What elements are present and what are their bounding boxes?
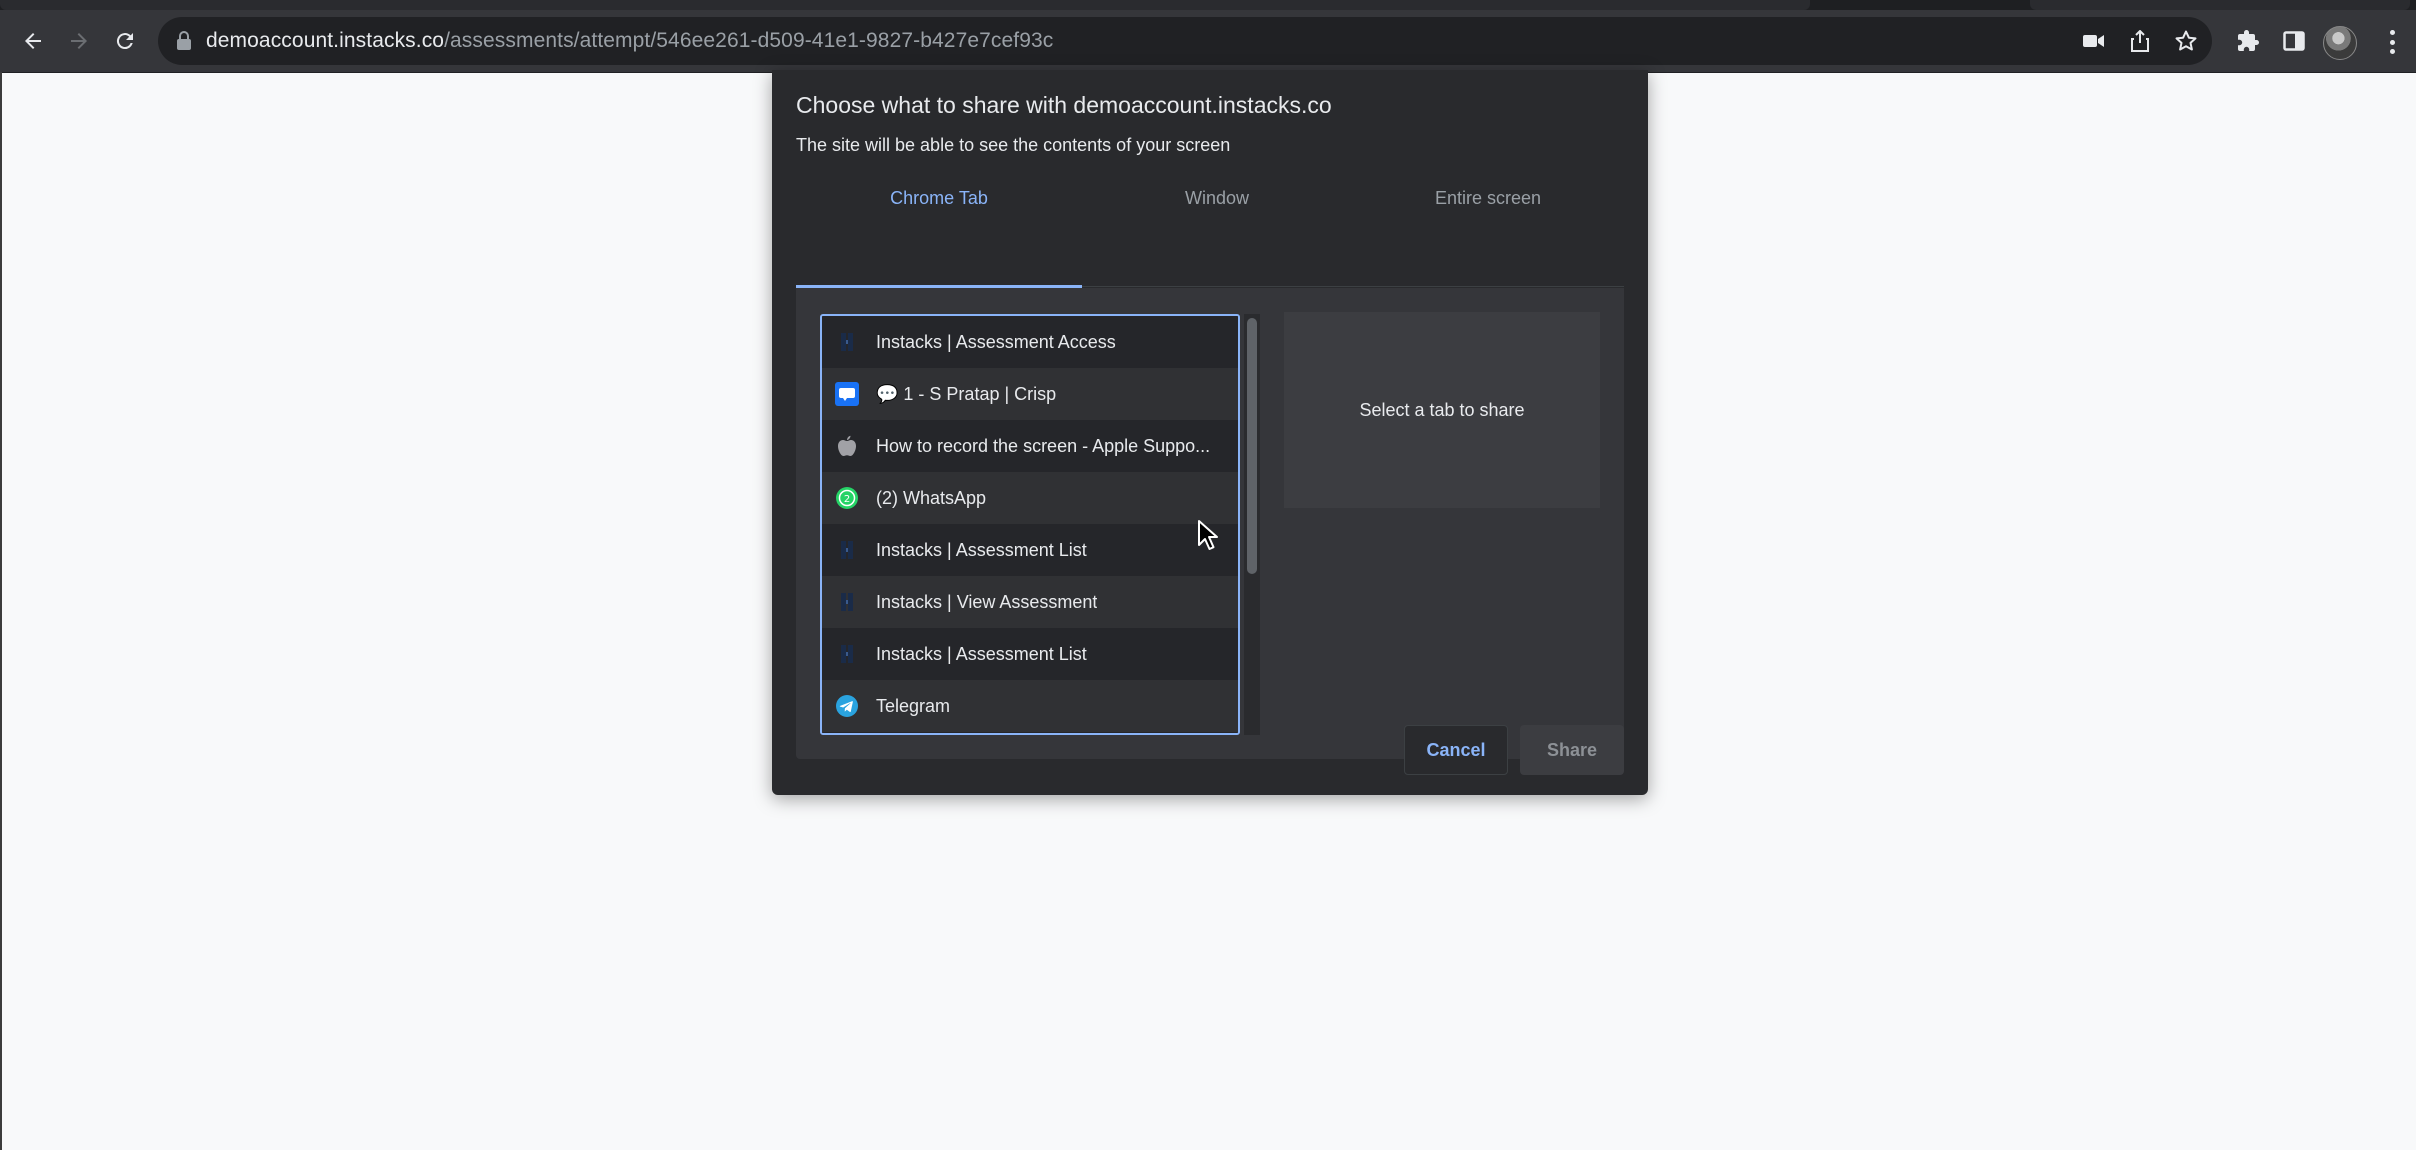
side-panel-icon[interactable] (2278, 25, 2310, 57)
preview-placeholder: Select a tab to share (1359, 399, 1525, 420)
instacks-favicon-icon (835, 590, 859, 614)
source-tabs: Chrome Tab Window Entire screen (796, 180, 1624, 288)
tab-list-scrollbar[interactable] (1244, 314, 1260, 735)
share-screen-dialog: Choose what to share with demoaccount.in… (772, 70, 1648, 795)
apple-favicon-icon (835, 434, 859, 458)
url-path: /assessments/attempt/546ee261-d509-41e1-… (444, 29, 1054, 52)
tab-title: Instacks | Assessment Access (876, 331, 1116, 352)
tab-title: (2) WhatsApp (876, 487, 987, 508)
mouse-cursor-icon (1197, 519, 1219, 556)
preview-area: Select a tab to share (1284, 312, 1600, 508)
forward-arrow-icon[interactable] (60, 22, 98, 60)
share-icon[interactable] (2126, 27, 2154, 55)
avatar[interactable] (2323, 26, 2357, 60)
list-item[interactable]: Instacks | View Assessment (822, 576, 1238, 628)
tab-title: Instacks | View Assessment (876, 591, 1098, 612)
browser-toolbar: demoaccount.instacks.co/assessments/atte… (0, 10, 2416, 73)
tab-window[interactable]: Window (1082, 180, 1352, 288)
list-item[interactable]: How to record the screen - Apple Suppo..… (822, 420, 1238, 472)
list-item[interactable]: Instacks | Assessment Access (822, 316, 1238, 368)
dialog-title: Choose what to share with demoaccount.in… (796, 92, 1332, 118)
svg-text:2: 2 (844, 494, 850, 505)
menu-icon[interactable] (2380, 27, 2404, 57)
crisp-favicon-icon (835, 382, 859, 406)
telegram-favicon-icon (835, 694, 859, 718)
page-edge (0, 72, 2, 1150)
instacks-favicon-icon (835, 642, 859, 666)
lock-icon[interactable] (176, 31, 192, 56)
address-bar[interactable]: demoaccount.instacks.co/assessments/atte… (158, 17, 2212, 65)
tabs-divider (1082, 286, 1624, 287)
tab-entire-screen[interactable]: Entire screen (1352, 180, 1624, 288)
star-icon[interactable] (2172, 27, 2200, 55)
tab-title: Instacks | Assessment List (876, 643, 1087, 664)
share-button[interactable]: Share (1520, 725, 1624, 775)
whatsapp-favicon-icon: 2 (835, 486, 859, 510)
cancel-button[interactable]: Cancel (1404, 725, 1508, 775)
dialog-subtitle: The site will be able to see the content… (796, 135, 1231, 155)
url-text[interactable]: demoaccount.instacks.co/assessments/atte… (206, 29, 1053, 53)
list-item[interactable]: Telegram (822, 680, 1238, 732)
tab-chrome-tab[interactable]: Chrome Tab (796, 180, 1082, 288)
browser-tab[interactable] (2030, 0, 2410, 10)
reload-icon[interactable] (106, 22, 144, 60)
tab-title: Instacks | Assessment List (876, 539, 1087, 560)
extensions-icon[interactable] (2232, 25, 2264, 57)
list-item[interactable]: Instacks | Assessment List (822, 628, 1238, 680)
tab-list[interactable]: Instacks | Assessment Access 💬 1 - S Pra… (820, 314, 1240, 735)
list-item[interactable]: Instacks | Assessment List (822, 524, 1238, 576)
tab-title: 💬 1 - S Pratap | Crisp (876, 383, 1057, 404)
list-item[interactable]: 2 (2) WhatsApp (822, 472, 1238, 524)
list-item[interactable] (822, 732, 1238, 733)
back-arrow-icon[interactable] (14, 22, 52, 60)
tab-title: Telegram (876, 695, 951, 716)
scrollbar-thumb[interactable] (1247, 318, 1257, 574)
browser-tab[interactable] (0, 0, 1810, 10)
instacks-favicon-icon (835, 330, 859, 354)
instacks-favicon-icon (835, 538, 859, 562)
camera-icon[interactable] (2080, 27, 2108, 55)
list-item[interactable]: 💬 1 - S Pratap | Crisp (822, 368, 1238, 420)
url-host: demoaccount.instacks.co (206, 29, 445, 52)
tab-title: How to record the screen - Apple Suppo..… (876, 435, 1211, 456)
